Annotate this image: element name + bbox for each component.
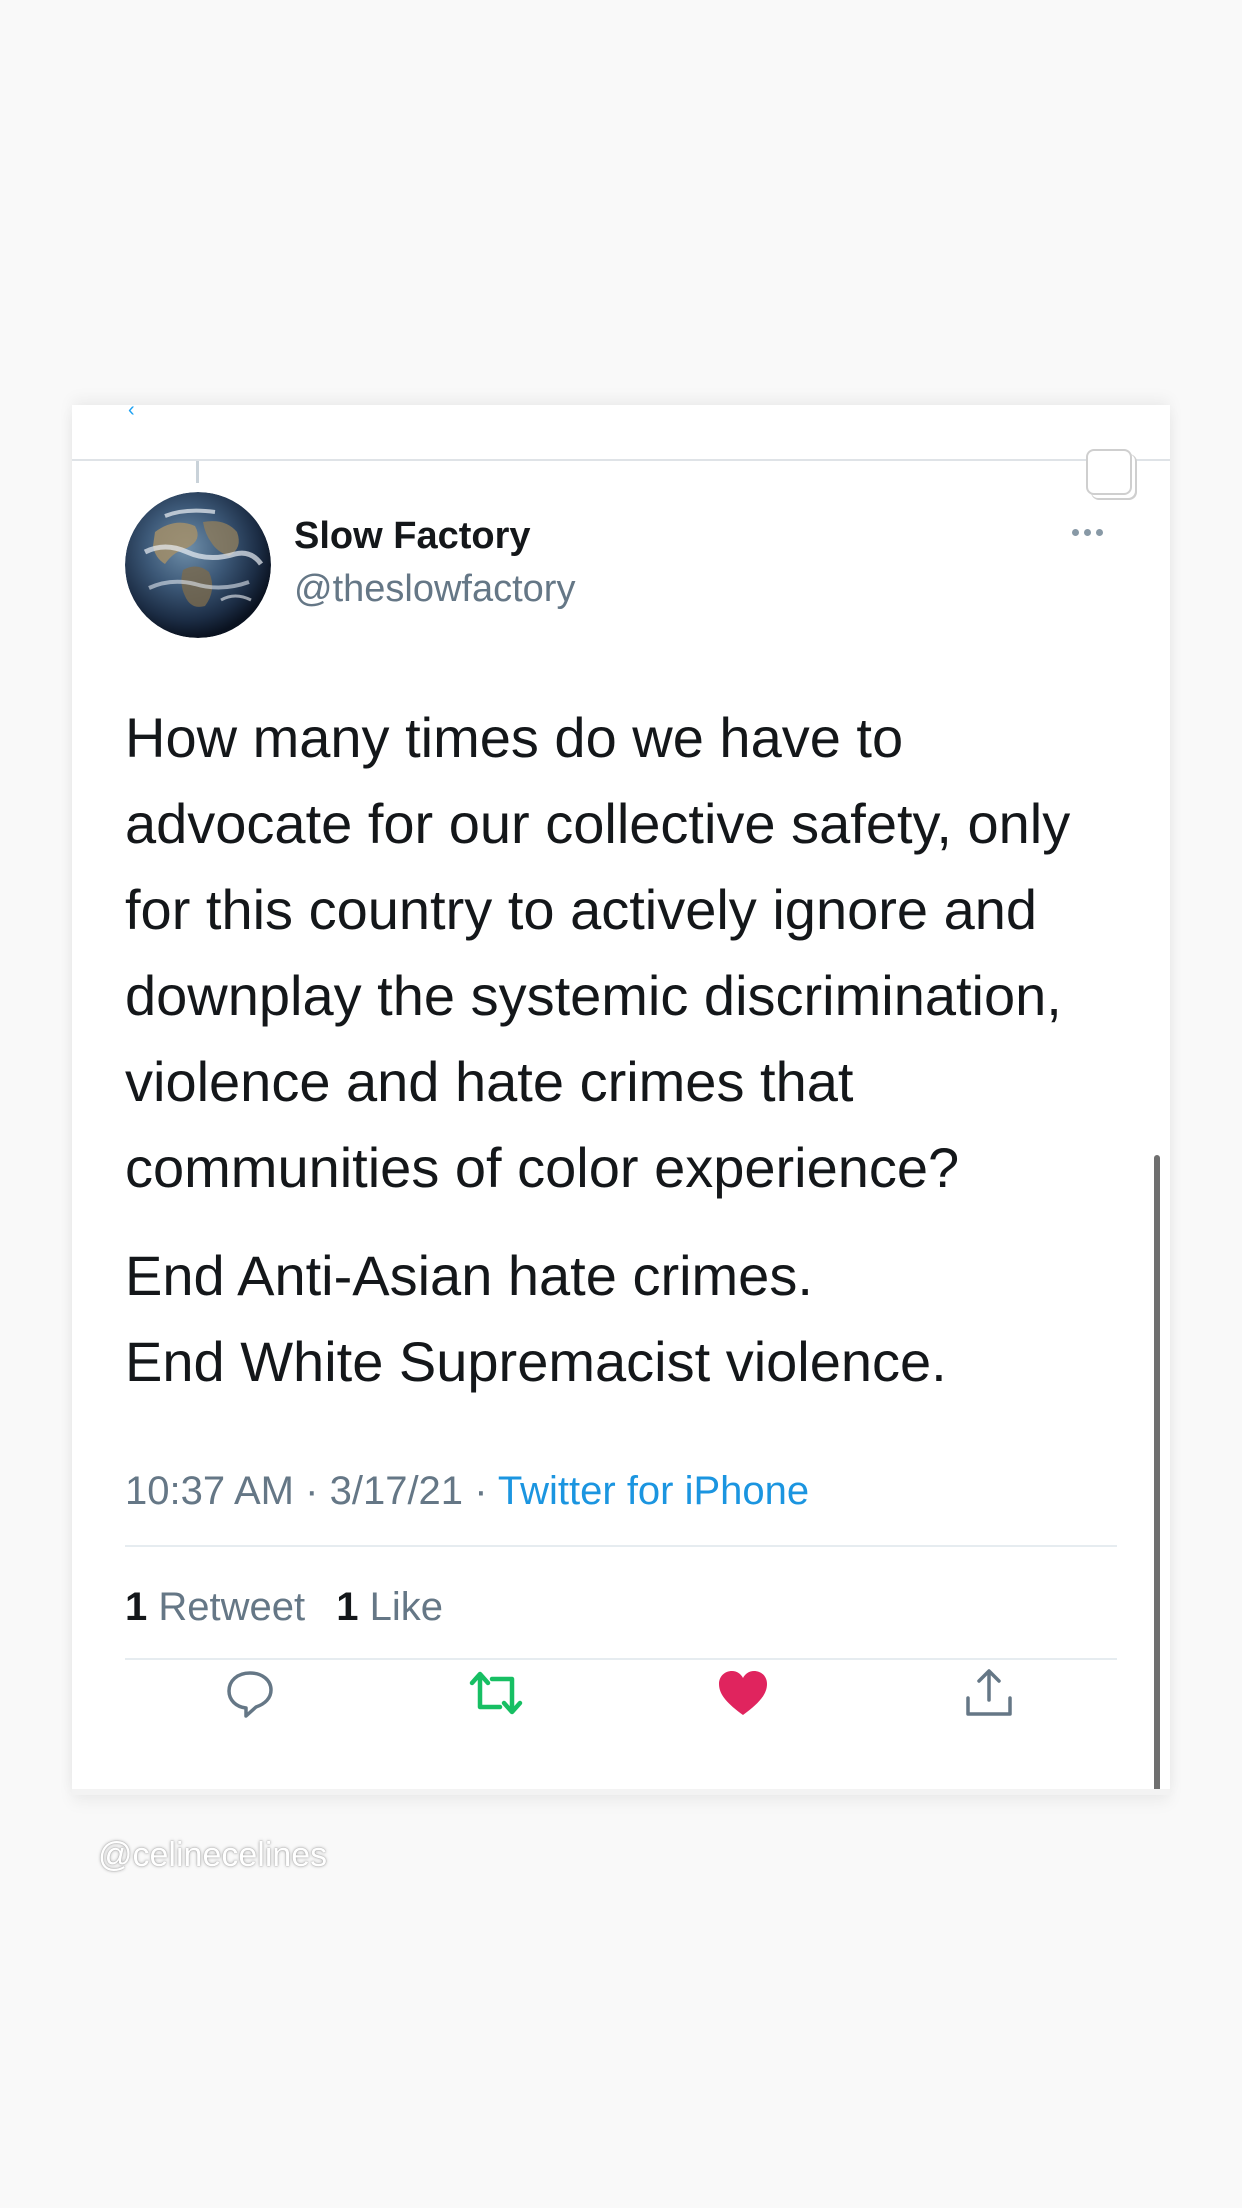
engagement-counts: 1 Retweet 1 Like (125, 1585, 443, 1630)
scrollbar[interactable] (1154, 1155, 1160, 1793)
divider (125, 1658, 1117, 1660)
share-button[interactable] (959, 1663, 1019, 1723)
earth-globe-icon (125, 492, 271, 638)
select-checkbox-icon[interactable] (1086, 449, 1132, 495)
top-nav-bar: ‹ (72, 400, 1170, 461)
watermark-text: @celinecelines (98, 1836, 328, 1874)
like-button[interactable] (713, 1663, 773, 1723)
display-name[interactable]: Slow Factory (294, 515, 531, 558)
tweet-text: How many times do we have to advocate fo… (125, 695, 1135, 1405)
tweet-paragraph: How many times do we have to advocate fo… (125, 706, 1071, 1199)
tweet-time: 10:37 AM (125, 1469, 295, 1513)
retweet-button[interactable] (466, 1663, 526, 1723)
speech-bubble-icon (227, 1671, 273, 1718)
meta-separator: · (474, 1469, 488, 1513)
avatar[interactable] (125, 492, 271, 638)
user-handle[interactable]: @theslowfactory (294, 568, 575, 611)
like-count-label[interactable]: Like (370, 1585, 443, 1629)
meta-separator: · (305, 1469, 319, 1513)
reply-button[interactable] (220, 1663, 280, 1723)
tweet-date: 3/17/21 (329, 1469, 464, 1513)
divider (125, 1545, 1117, 1547)
tweet-card: ‹ Slow Factory @theslowfactory How many … (72, 400, 1170, 1795)
tweet-paragraph: End Anti-Asian hate crimes. End White Su… (125, 1244, 947, 1393)
like-count: 1 (336, 1585, 359, 1629)
thread-connector-line (196, 461, 199, 483)
back-arrow-icon[interactable]: ‹ (128, 400, 142, 420)
retweet-count-label[interactable]: Retweet (158, 1585, 305, 1629)
tweet-timestamp: 10:37 AM · 3/17/21 · Twitter for iPhone (125, 1469, 809, 1514)
more-options-icon[interactable] (1072, 525, 1112, 539)
share-upload-icon (966, 1669, 1012, 1716)
retweet-arrows-icon (469, 1671, 523, 1715)
tweet-source-link[interactable]: Twitter for iPhone (498, 1469, 809, 1513)
screenshot-stage: ‹ Slow Factory @theslowfactory How many … (0, 0, 1242, 2208)
card-bottom-edge (72, 1789, 1170, 1795)
heart-icon (719, 1671, 767, 1715)
retweet-count: 1 (125, 1585, 148, 1629)
